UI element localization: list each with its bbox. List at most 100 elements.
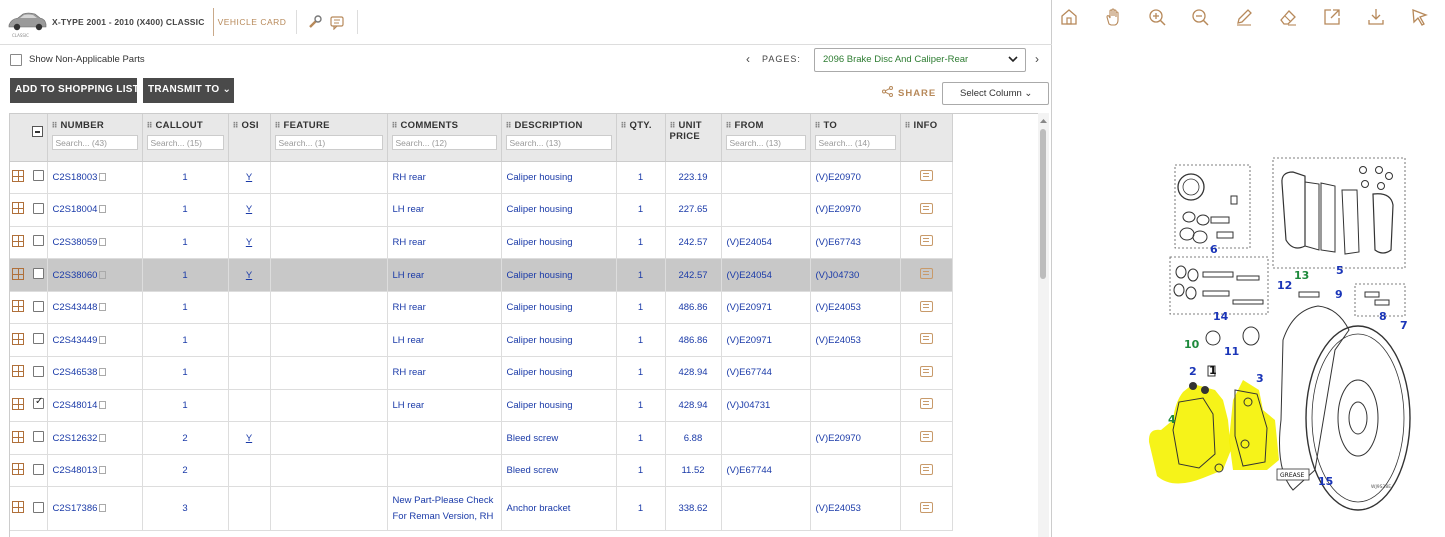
info-comment-icon[interactable] [919, 268, 933, 280]
copy-icon[interactable] [99, 237, 107, 246]
info-comment-icon[interactable] [919, 300, 933, 312]
pages-select[interactable]: 2096 Brake Disc And Caliper-Rear [814, 48, 1026, 72]
drag-handle-icon[interactable]: ⠿ [726, 121, 733, 130]
cell-osi[interactable] [228, 323, 271, 358]
cell-osi[interactable]: Y [228, 421, 271, 455]
expand-row-icon[interactable] [12, 397, 24, 410]
table-row[interactable]: C2S43449 1 LH rear Caliper housing 1 486.86 (V… [10, 323, 953, 358]
select-column-dropdown[interactable]: Select Column ⌄ [942, 82, 1049, 105]
cell-osi[interactable] [228, 389, 271, 423]
vehicle-thumbnail[interactable]: CLASSIC [6, 5, 48, 39]
column-header-number[interactable]: ⠿ NUMBER Search... (43) [47, 114, 143, 162]
cell-osi[interactable]: Y [228, 161, 271, 195]
show-non-applicable-checkbox[interactable] [10, 54, 22, 66]
transmit-to-button[interactable]: TRANSMIT TO ⌄ [143, 78, 234, 103]
row-checkbox[interactable] [33, 235, 44, 247]
column-filter-input[interactable]: Search... (43) [51, 135, 138, 150]
copy-icon[interactable] [99, 466, 107, 475]
row-checkbox[interactable] [33, 501, 44, 513]
cell-osi[interactable]: Y [228, 193, 271, 227]
drag-handle-icon[interactable]: ⠿ [275, 121, 282, 130]
drag-handle-icon[interactable]: ⠿ [52, 121, 59, 130]
comment-icon[interactable] [327, 12, 347, 32]
row-checkbox[interactable] [33, 365, 44, 377]
table-row[interactable]: C2S18004 1 Y LH rear Caliper housing 1 227.65 (… [10, 193, 953, 227]
info-comment-icon[interactable] [919, 333, 933, 345]
vehicle-card-link[interactable]: VEHICLE CARD [218, 10, 298, 34]
copy-icon[interactable] [99, 303, 107, 312]
table-row[interactable]: C2S46538 1 RH rear Caliper housing 1 428.94 (V… [10, 356, 953, 390]
column-filter-input[interactable]: Search... (12) [391, 135, 497, 150]
column-header-osi[interactable]: ⠿ OSI [228, 114, 271, 162]
column-filter-input[interactable]: Search... (13) [505, 135, 612, 150]
row-checkbox[interactable] [33, 431, 44, 443]
table-row[interactable]: C2S38059 1 Y RH rear Caliper housing 1 242.57 (… [10, 226, 953, 260]
column-header-feature[interactable]: ⠿ FEATURE Search... (1) [270, 114, 388, 162]
next-page-button[interactable]: › [1035, 52, 1039, 66]
expand-row-icon[interactable] [12, 300, 24, 313]
copy-icon[interactable] [99, 400, 107, 409]
drag-handle-icon[interactable]: ⠿ [147, 121, 154, 130]
column-filter-input[interactable]: Search... (15) [146, 135, 224, 150]
drag-handle-icon[interactable]: ⠿ [233, 121, 240, 130]
cell-part-number[interactable]: C2S38059 [47, 226, 143, 260]
expand-row-icon[interactable] [12, 169, 24, 182]
scrollbar-thumb[interactable] [1040, 129, 1046, 279]
expand-row-icon[interactable] [12, 463, 24, 476]
cell-part-number[interactable]: C2S43448 [47, 291, 143, 325]
table-row[interactable]: C2S38060 1 Y LH rear Caliper housing 1 242.57 (… [10, 258, 953, 292]
column-header-info[interactable]: ⠿ INFO [900, 114, 953, 162]
info-comment-icon[interactable] [919, 431, 933, 443]
table-row[interactable]: C2S48013 2 Bleed screw 1 11.52 (V)E67744 [10, 454, 953, 488]
expand-row-icon[interactable] [12, 501, 24, 514]
column-header-from[interactable]: ⠿ FROM Search... (13) [721, 114, 811, 162]
copy-icon[interactable] [99, 368, 107, 377]
cell-part-number[interactable]: C2S12632 [47, 421, 143, 455]
info-comment-icon[interactable] [919, 202, 933, 214]
cell-part-number[interactable]: C2S46538 [47, 356, 143, 390]
column-header-qty[interactable]: ⠿ QTY. [616, 114, 666, 162]
info-comment-icon[interactable] [919, 170, 933, 182]
exploded-parts-diagram[interactable]: 1 2 3 4 5 6 7 8 9 10 11 12 13 14 15 GREA… [1053, 0, 1445, 537]
expand-row-icon[interactable] [12, 202, 24, 215]
column-filter-input[interactable]: Search... (14) [814, 135, 896, 150]
cell-osi[interactable] [228, 486, 271, 532]
info-comment-icon[interactable] [919, 463, 933, 475]
wrench-icon[interactable] [305, 12, 325, 32]
expand-row-icon[interactable] [12, 365, 24, 378]
cell-part-number[interactable]: C2S43449 [47, 323, 143, 358]
cell-part-number[interactable]: C2S18004 [47, 193, 143, 227]
table-row[interactable]: C2S18003 1 Y RH rear Caliper housing 1 223.19 (… [10, 161, 953, 195]
row-checkbox[interactable] [33, 396, 44, 410]
info-comment-icon[interactable] [919, 501, 933, 513]
expand-row-icon[interactable] [12, 332, 24, 345]
cell-part-number[interactable]: C2S48013 [47, 454, 143, 488]
row-checkbox[interactable] [33, 170, 44, 182]
add-to-shopping-list-button[interactable]: ADD TO SHOPPING LIST [10, 78, 139, 103]
table-row[interactable]: C2S17386 3 New Part-Please Check For Reman… [10, 486, 953, 532]
row-checkbox[interactable] [33, 268, 44, 280]
drag-handle-icon[interactable]: ⠿ [392, 121, 399, 130]
copy-icon[interactable] [99, 335, 107, 344]
row-checkbox[interactable] [33, 202, 44, 214]
cell-part-number[interactable]: C2S38060 [47, 258, 143, 292]
copy-icon[interactable] [99, 205, 107, 214]
drag-handle-icon[interactable]: ⠿ [506, 121, 513, 130]
cell-part-number[interactable]: C2S48014 [47, 389, 143, 423]
drag-handle-icon[interactable]: ⠿ [621, 121, 628, 130]
cell-part-number[interactable]: C2S17386 [47, 486, 143, 532]
share-button[interactable]: SHARE [882, 86, 936, 99]
info-comment-icon[interactable] [919, 398, 933, 410]
copy-icon[interactable] [99, 270, 107, 279]
header-select-all[interactable] [28, 114, 48, 162]
column-header-comments[interactable]: ⠿ COMMENTS Search... (12) [387, 114, 502, 162]
prev-page-button[interactable]: ‹ [746, 52, 750, 66]
cell-osi[interactable] [228, 356, 271, 390]
expand-row-icon[interactable] [12, 234, 24, 247]
cell-osi[interactable]: Y [228, 226, 271, 260]
drag-handle-icon[interactable]: ⠿ [815, 121, 822, 130]
copy-icon[interactable] [99, 504, 107, 513]
drag-handle-icon[interactable]: ⠿ [670, 121, 677, 130]
drag-handle-icon[interactable]: ⠿ [905, 121, 912, 130]
cell-part-number[interactable]: C2S18003 [47, 161, 143, 195]
